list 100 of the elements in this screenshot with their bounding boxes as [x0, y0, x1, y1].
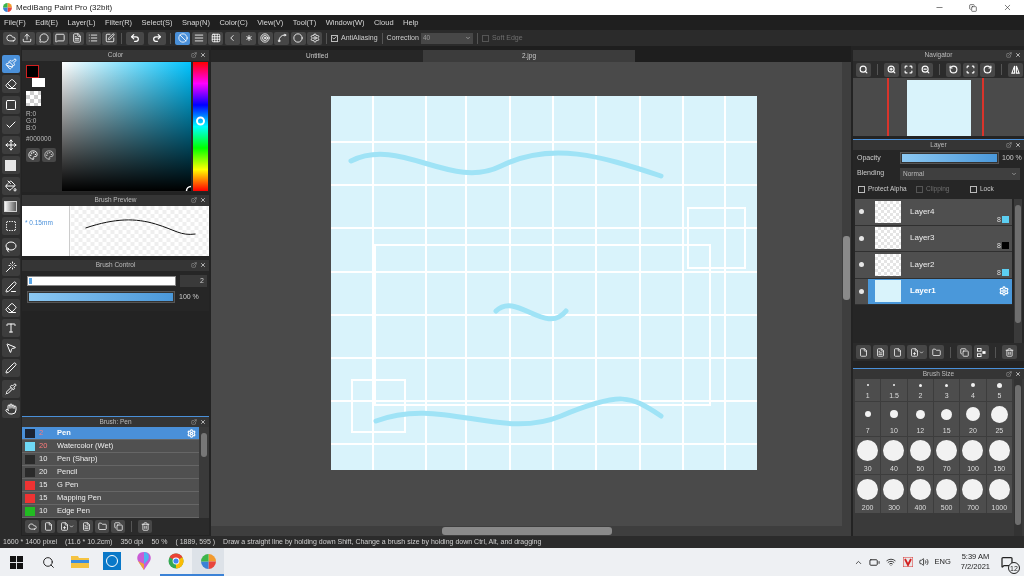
snap-button[interactable]	[208, 31, 223, 45]
toolbar-button[interactable]	[36, 31, 51, 45]
snap-button[interactable]	[290, 31, 306, 45]
vertical-scrollbar[interactable]	[199, 427, 209, 518]
toolbar-button[interactable]	[95, 520, 109, 533]
snap-button[interactable]	[241, 31, 256, 45]
pop-out-icon[interactable]	[1006, 52, 1012, 58]
toolbar-button[interactable]	[918, 62, 933, 77]
close-icon[interactable]	[1015, 371, 1021, 377]
visibility-toggle[interactable]	[855, 252, 868, 278]
tool-button[interactable]	[1, 217, 20, 236]
close-icon[interactable]	[1015, 52, 1021, 58]
taskbar-app[interactable]	[192, 548, 224, 576]
scrollbar-thumb[interactable]	[1015, 385, 1021, 525]
brush-size-slider[interactable]	[27, 276, 176, 286]
tool-button[interactable]	[1, 339, 20, 358]
pop-out-icon[interactable]	[1006, 371, 1012, 377]
settings-icon	[187, 428, 196, 438]
close-icon[interactable]	[1015, 142, 1021, 148]
tool-button[interactable]	[1, 237, 20, 256]
checkbox[interactable]	[970, 185, 977, 193]
close-icon[interactable]	[200, 262, 206, 268]
scrollbar-thumb[interactable]	[843, 236, 850, 300]
navigator-preview[interactable]	[853, 78, 1024, 136]
vertical-scrollbar[interactable]	[1014, 199, 1022, 343]
snap-button[interactable]	[191, 31, 207, 45]
tool-button[interactable]	[1, 115, 20, 134]
pop-out-icon[interactable]	[191, 419, 197, 425]
toolbar-button[interactable]	[52, 31, 68, 45]
close-icon[interactable]	[200, 197, 206, 203]
foreground-color-swatch[interactable]	[26, 65, 39, 78]
toolbar-button[interactable]	[79, 520, 93, 533]
tool-button[interactable]	[1, 176, 20, 195]
close-icon[interactable]	[200, 419, 206, 425]
toolbar-button[interactable]	[19, 31, 35, 45]
snap-button[interactable]	[175, 31, 190, 45]
toolbar-button[interactable]	[974, 345, 989, 359]
scrollbar-thumb[interactable]	[201, 433, 207, 457]
toolbar-button[interactable]	[57, 520, 77, 533]
palette-edit-button[interactable]	[42, 148, 56, 162]
pop-out-icon[interactable]	[191, 52, 197, 58]
tool-button[interactable]	[1, 197, 20, 216]
tool-button[interactable]	[1, 318, 20, 337]
visibility-toggle[interactable]	[855, 225, 868, 251]
toolbar-button[interactable]	[3, 31, 18, 45]
toolbar-button[interactable]	[873, 345, 888, 359]
tool-button[interactable]	[1, 278, 20, 297]
visibility-toggle[interactable]	[855, 278, 868, 304]
close-icon[interactable]	[200, 52, 206, 58]
tool-button[interactable]	[1, 136, 20, 155]
tool-button[interactable]	[1, 359, 20, 378]
pop-out-icon[interactable]	[191, 197, 197, 203]
toolbar-button[interactable]	[884, 62, 899, 77]
color-field[interactable]	[62, 62, 191, 191]
scrollbar-thumb[interactable]	[1015, 205, 1021, 323]
background-color-swatch[interactable]	[32, 78, 45, 87]
tool-button[interactable]	[1, 156, 20, 175]
toolbar-button[interactable]	[929, 345, 944, 359]
snap-button[interactable]	[224, 31, 240, 45]
toolbar-button[interactable]	[901, 62, 916, 77]
tool-button[interactable]	[1, 75, 20, 94]
toolbar-button[interactable]	[1008, 62, 1023, 77]
toolbar-button[interactable]	[856, 62, 871, 77]
window-title: MediBang Paint Pro (32bit)	[16, 1, 113, 14]
pop-out-icon[interactable]	[1006, 142, 1012, 148]
tool-button[interactable]	[1, 400, 20, 419]
scrollbar-thumb[interactable]	[442, 527, 612, 535]
horizontal-scrollbar[interactable]	[211, 526, 851, 536]
tool-button[interactable]	[1, 257, 20, 276]
toolbar-button[interactable]	[856, 345, 871, 359]
toolbar-button[interactable]	[907, 345, 927, 359]
pop-out-icon[interactable]	[191, 262, 197, 268]
toolbar-button[interactable]	[148, 31, 166, 45]
toolbar-button[interactable]	[963, 62, 978, 77]
toolbar-button[interactable]	[41, 520, 55, 533]
palette-button[interactable]	[26, 148, 40, 162]
toolbar-button[interactable]	[946, 62, 961, 77]
vertical-scrollbar[interactable]	[1014, 379, 1022, 536]
document-icon	[876, 347, 885, 357]
toolbar-button[interactable]	[138, 520, 152, 533]
snap-button[interactable]	[274, 31, 289, 45]
hue-slider-handle[interactable]	[196, 116, 205, 126]
tool-button[interactable]	[1, 55, 20, 73]
vertical-scrollbar[interactable]	[842, 62, 851, 526]
toolbar-button[interactable]	[890, 345, 905, 359]
snap-button[interactable]	[307, 31, 322, 45]
checkbox[interactable]	[331, 34, 338, 42]
tool-button[interactable]	[1, 95, 20, 114]
toolbar-button[interactable]	[980, 62, 995, 77]
toolbar-button[interactable]	[69, 31, 84, 45]
layer-thumbnail	[875, 253, 901, 276]
toolbar-button[interactable]	[102, 31, 117, 45]
tool-button[interactable]	[1, 379, 20, 398]
toolbar-button[interactable]	[126, 31, 144, 45]
hue-slider[interactable]	[193, 62, 208, 191]
transparent-swatch[interactable]	[26, 91, 41, 106]
tool-button[interactable]	[1, 298, 20, 317]
checkbox[interactable]	[858, 185, 865, 193]
visibility-toggle[interactable]	[855, 199, 868, 225]
snap-button[interactable]	[257, 31, 273, 45]
